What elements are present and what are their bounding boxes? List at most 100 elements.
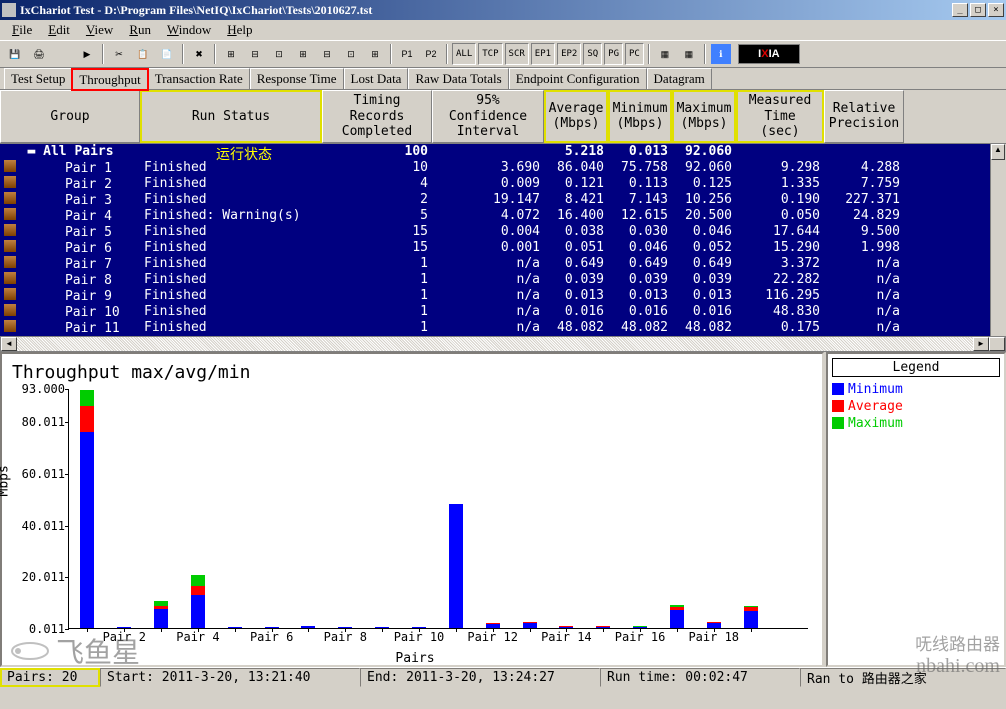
y-tick-label: 60.011 [15,467,65,481]
column-header[interactable]: Run Status [140,90,322,143]
tab-endpoint-configuration[interactable]: Endpoint Configuration [509,68,647,89]
toolbar-icon[interactable] [52,43,74,65]
column-header[interactable]: Measured Time (sec) [736,90,824,143]
pair2-icon[interactable]: P2 [420,43,442,65]
cut-icon[interactable]: ✂ [108,43,130,65]
chart-area: 0.01120.01140.01160.01180.01193.000Pair … [68,389,808,629]
pair-icon [4,176,16,188]
table-row[interactable]: Pair 11Finished1n/a48.08248.08248.0820.1… [0,320,990,336]
paste-icon[interactable]: 📄 [156,43,178,65]
scroll-up-icon[interactable]: ▲ [991,144,1005,160]
x-tick-label: Pair 18 [688,630,739,644]
title-bar: IxChariot Test - D:\Program Files\NetIQ\… [0,0,1006,20]
table-row[interactable]: Pair 3Finished219.1478.4217.14310.2560.1… [0,192,990,208]
endpoint2-icon[interactable]: ⊟ [244,43,266,65]
column-header[interactable]: Average (Mbps) [544,90,608,143]
status-ranto: Ran to 路由器之家 [800,668,1006,687]
table-row[interactable]: Pair 9Finished1n/a0.0130.0130.013116.295… [0,288,990,304]
legend-pane: Legend MinimumAverageMaximum [826,352,1006,667]
tab-test-setup[interactable]: Test Setup [4,68,72,89]
maximize-button[interactable]: □ [970,3,986,17]
net2-icon[interactable]: ⊟ [316,43,338,65]
legend-label: Average [848,399,903,414]
tab-datagram[interactable]: Datagram [647,68,712,89]
table-row[interactable]: Pair 8Finished1n/a0.0390.0390.03922.282n… [0,272,990,288]
tab-response-time[interactable]: Response Time [250,68,344,89]
pair-icon [4,160,16,172]
link-icon[interactable]: ⊡ [268,43,290,65]
status-start: Start: 2011-3-20, 13:21:40 [100,668,360,687]
column-header[interactable]: 95% Confidence Interval [432,90,544,143]
tab-raw-data-totals[interactable]: Raw Data Totals [408,68,508,89]
tab-lost-data[interactable]: Lost Data [344,68,409,89]
horizontal-scrollbar[interactable]: ◄ ► [0,336,1006,352]
run-icon[interactable]: ▶ [76,43,98,65]
menu-help[interactable]: Help [219,20,260,40]
column-header[interactable]: Timing Records Completed [322,90,432,143]
settings-icon[interactable]: ▦ [678,43,700,65]
status-bar: Pairs: 20 Start: 2011-3-20, 13:21:40 End… [0,667,1006,687]
pair-icon [4,192,16,204]
column-header[interactable]: Maximum (Mbps) [672,90,736,143]
table-row[interactable]: Pair 2Finished40.0090.1210.1130.1251.335… [0,176,990,192]
disk-icon[interactable]: 💾 [4,43,26,65]
net4-icon[interactable]: ⊞ [364,43,386,65]
legend-label: Maximum [848,416,903,431]
x-tick-label: Pair 14 [541,630,592,644]
toolbar-ep2-button[interactable]: EP2 [557,43,581,65]
table-row[interactable]: Pair 5Finished150.0040.0380.0300.04617.6… [0,224,990,240]
vertical-scrollbar[interactable]: ▲ [990,144,1006,336]
ixia-logo: IXIA [738,44,800,64]
scroll-right-icon[interactable]: ► [973,337,989,351]
scroll-track[interactable] [17,337,973,351]
table-row[interactable]: Pair 10Finished1n/a0.0160.0160.01648.830… [0,304,990,320]
close-button[interactable]: × [988,3,1004,17]
app-icon [2,3,16,17]
y-axis-label: Mbps [0,465,12,496]
tab-transaction-rate[interactable]: Transaction Rate [148,68,250,89]
column-header[interactable]: Minimum (Mbps) [608,90,672,143]
pair-icon [4,288,16,300]
pair1-icon[interactable]: P1 [396,43,418,65]
grid-body[interactable]: ▬ All Pairs1005.2180.01392.060 Pair 1Fin… [0,144,990,336]
toolbar-ep1-button[interactable]: EP1 [531,43,555,65]
table-row[interactable]: Pair 6Finished150.0010.0510.0460.05215.2… [0,240,990,256]
pair-icon [4,272,16,284]
print-icon[interactable]: 🖨 [28,43,50,65]
legend-item: Average [832,398,1000,415]
toolbar-pc-button[interactable]: PC [625,43,644,65]
toolbar-all-button[interactable]: ALL [452,43,476,65]
legend-item: Maximum [832,415,1000,432]
column-header[interactable]: Group [0,90,140,143]
toolbar-tcp-button[interactable]: TCP [478,43,502,65]
column-header[interactable]: Relative Precision [824,90,904,143]
endpoint1-icon[interactable]: ⊞ [220,43,242,65]
toolbar-pg-button[interactable]: PG [604,43,623,65]
copy-icon[interactable]: 📋 [132,43,154,65]
menu-run[interactable]: Run [121,20,159,40]
table-row[interactable]: ▬ All Pairs1005.2180.01392.060 [0,144,990,160]
menu-file[interactable]: File [4,20,40,40]
minimize-button[interactable]: _ [952,3,968,17]
info-icon[interactable]: ℹ [710,43,732,65]
grid-icon[interactable]: ▦ [654,43,676,65]
net3-icon[interactable]: ⊡ [340,43,362,65]
pair-icon [4,256,16,268]
table-row[interactable]: Pair 4Finished: Warning(s)54.07216.40012… [0,208,990,224]
table-row[interactable]: Pair 7Finished1n/a0.6490.6490.6493.372n/… [0,256,990,272]
menu-window[interactable]: Window [159,20,219,40]
x-axis-label: Pairs [12,651,818,666]
menu-view[interactable]: View [78,20,121,40]
table-row[interactable]: Pair 1Finished103.69086.04075.75892.0609… [0,160,990,176]
legend-swatch [832,417,844,429]
scroll-left-icon[interactable]: ◄ [1,337,17,351]
legend-label: Minimum [848,382,903,397]
net1-icon[interactable]: ⊞ [292,43,314,65]
toolbar-sq-button[interactable]: SQ [583,43,602,65]
toolbar-scr-button[interactable]: SCR [505,43,529,65]
window-buttons: _ □ × [952,3,1004,17]
window-title: IxChariot Test - D:\Program Files\NetIQ\… [20,3,952,18]
menu-edit[interactable]: Edit [40,20,78,40]
tab-throughput[interactable]: Throughput [72,69,147,90]
delete-icon[interactable]: ✖ [188,43,210,65]
